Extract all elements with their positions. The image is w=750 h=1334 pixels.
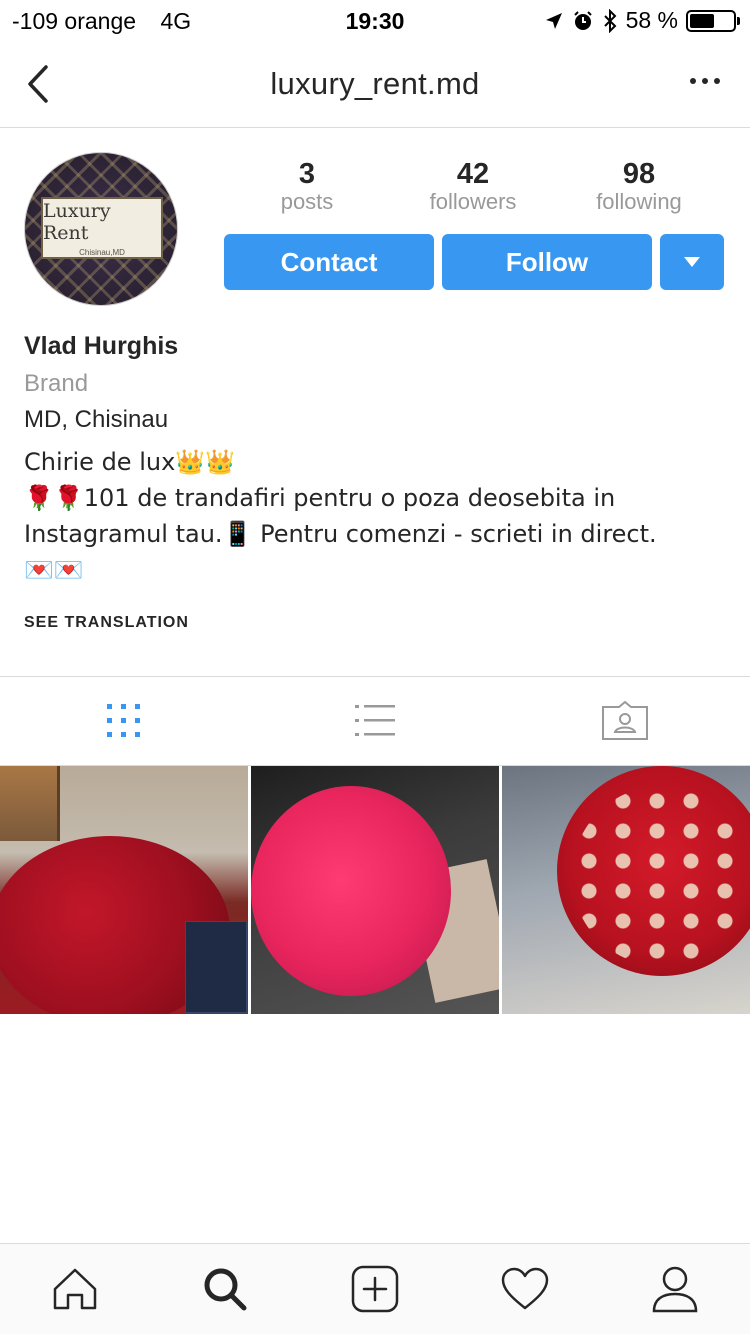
- status-indicators: 58 %: [544, 7, 740, 34]
- bluetooth-icon: [603, 8, 616, 33]
- avatar-logo: Luxury Rent Chisinau,MD: [41, 197, 163, 259]
- see-translation-link[interactable]: SEE TRANSLATION: [24, 614, 189, 632]
- search-icon[interactable]: [200, 1264, 250, 1314]
- photo-detail: [0, 766, 60, 841]
- view-tabs: [0, 677, 750, 765]
- bottom-tab-bar: [0, 1243, 750, 1334]
- stat-label: posts: [280, 189, 334, 214]
- bio-line: 💌💌: [24, 556, 84, 584]
- post-thumbnail[interactable]: [502, 766, 750, 1014]
- suggestions-dropdown-button[interactable]: [660, 234, 724, 290]
- stat-label: followers: [429, 189, 517, 214]
- follow-button[interactable]: Follow: [442, 234, 652, 290]
- battery-percent: 58 %: [625, 7, 678, 33]
- caret-down-icon: [684, 257, 700, 267]
- avatar-brand-text: Luxury Rent: [43, 199, 111, 244]
- stat-value: 3: [298, 158, 316, 190]
- tagged-photos-icon[interactable]: [600, 699, 650, 743]
- plus-square-icon[interactable]: [350, 1264, 400, 1314]
- profile-bio: Vlad Hurghis Brand MD, Chisinau Chirie d…: [24, 330, 724, 588]
- post-thumbnail[interactable]: [251, 766, 499, 1014]
- profile-stats: 3 posts 42 followers 98 following: [224, 158, 724, 214]
- stat-followers[interactable]: 42 followers: [390, 158, 556, 214]
- photo-detail: [185, 921, 247, 1013]
- more-horizontal-icon[interactable]: [690, 78, 720, 84]
- profile-name: Vlad Hurghis: [24, 332, 179, 360]
- avatar-city-text: Chisinau,MD: [79, 247, 125, 257]
- profile-category: Brand: [24, 370, 89, 397]
- heart-icon[interactable]: [500, 1264, 550, 1314]
- home-icon[interactable]: [50, 1264, 100, 1314]
- stat-value: 98: [622, 158, 656, 190]
- battery-icon: [686, 9, 740, 32]
- alarm-icon: [573, 10, 592, 30]
- stat-following[interactable]: 98 following: [556, 158, 722, 214]
- photo-grid: [0, 766, 750, 1014]
- stat-label: following: [596, 189, 682, 214]
- profile-avatar[interactable]: Luxury Rent Chisinau,MD: [24, 152, 178, 306]
- profile-location[interactable]: MD, Chisinau: [24, 404, 724, 436]
- photo-detail: [251, 786, 451, 996]
- battery-level: [690, 13, 715, 28]
- grid-icon[interactable]: [99, 699, 149, 743]
- stat-posts[interactable]: 3 posts: [224, 158, 390, 214]
- page-title: luxury_rent.md: [270, 66, 480, 101]
- bio-line: 🌹🌹101 de trandafiri pentru o poza deoseb…: [24, 484, 616, 512]
- bio-line: Instagramul tau.📱 Pentru comenzi - scrie…: [24, 520, 657, 548]
- stat-value: 42: [456, 158, 490, 190]
- contact-button[interactable]: Contact: [224, 234, 434, 290]
- list-icon[interactable]: [350, 699, 400, 743]
- bio-text: Chirie de lux👑👑 🌹🌹101 de trandafiri pent…: [24, 444, 724, 588]
- person-icon[interactable]: [650, 1264, 700, 1314]
- bio-line: Chirie de lux👑👑: [24, 448, 236, 476]
- photo-detail: [572, 786, 750, 966]
- location-arrow-icon: [545, 12, 562, 29]
- nav-bar: luxury_rent.md: [0, 40, 750, 128]
- status-bar: -109 orange 4G 19:30 58 %: [0, 0, 750, 40]
- post-thumbnail[interactable]: [0, 766, 248, 1014]
